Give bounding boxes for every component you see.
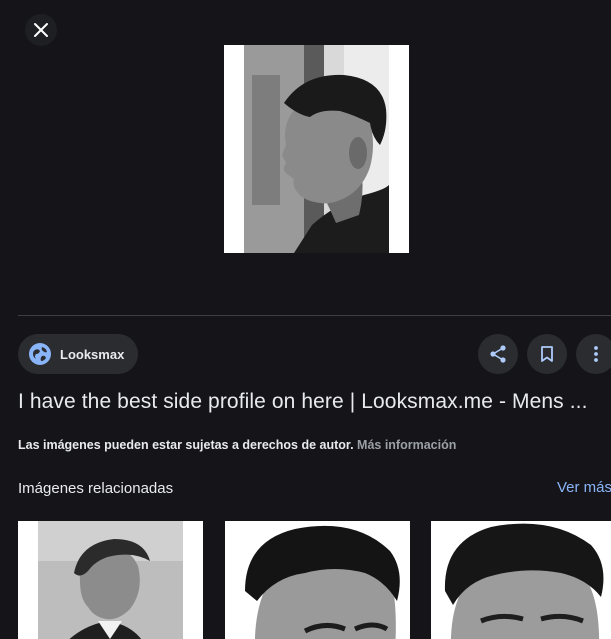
share-button[interactable]	[478, 334, 518, 374]
copyright-text: Las imágenes pueden estar sujetas a dere…	[18, 438, 354, 452]
copyright-notice: Las imágenes pueden estar sujetas a dere…	[18, 438, 456, 452]
more-options-button[interactable]	[576, 334, 611, 374]
related-image-1[interactable]	[18, 521, 203, 639]
close-icon	[34, 23, 48, 37]
divider	[18, 315, 611, 316]
profile-photo	[224, 45, 409, 253]
related-images-heading: Imágenes relacionadas	[18, 480, 174, 497]
more-info-link[interactable]: Más información	[357, 438, 456, 452]
globe-icon	[29, 343, 51, 365]
save-button[interactable]	[527, 334, 567, 374]
source-chip[interactable]: Looksmax	[18, 334, 139, 374]
close-button[interactable]	[25, 14, 57, 46]
source-name: Looksmax	[60, 346, 125, 362]
related-photo-2	[225, 521, 410, 639]
share-icon	[490, 345, 506, 363]
see-more-link[interactable]: Ver más	[557, 479, 611, 496]
related-photo-3	[431, 521, 611, 639]
main-image[interactable]	[224, 45, 409, 253]
related-image-3[interactable]	[431, 521, 611, 639]
bookmark-icon	[541, 346, 553, 362]
page-title-link[interactable]: I have the best side profile on here | L…	[18, 390, 611, 414]
more-vert-icon	[594, 346, 598, 362]
related-photo-1	[18, 521, 203, 639]
related-image-2[interactable]	[225, 521, 410, 639]
